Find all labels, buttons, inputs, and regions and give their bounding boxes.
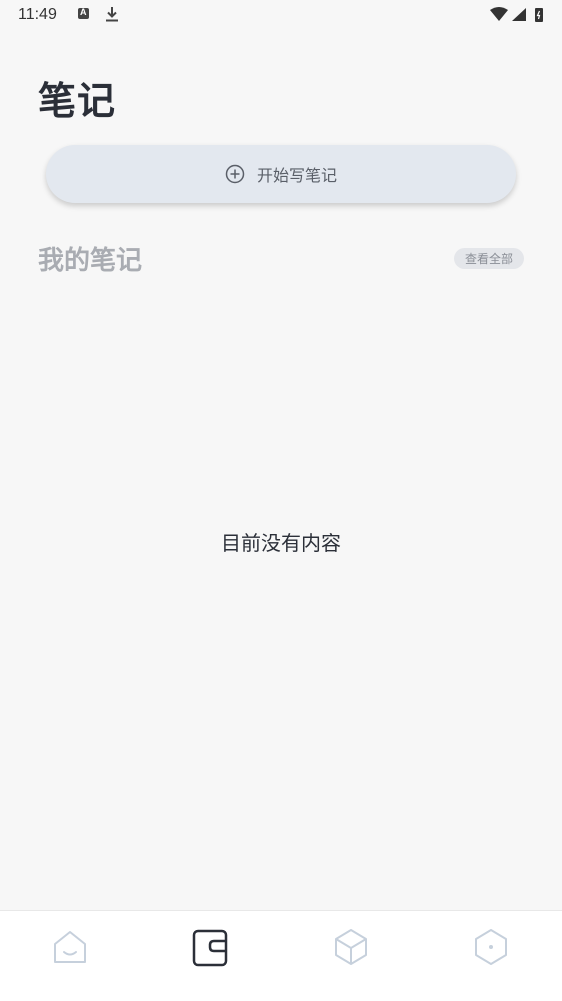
start-note-label: 开始写笔记 [256, 166, 337, 185]
notification-a-icon [78, 7, 89, 19]
download-icon [106, 7, 118, 22]
view-all-button[interactable]: 查看全部 [454, 248, 524, 269]
plus-circle-icon [225, 164, 245, 184]
signal-icon [512, 8, 526, 21]
profile-icon [475, 929, 507, 965]
nav-notes[interactable] [190, 927, 230, 967]
status-bar: 11:49 [0, 0, 562, 32]
status-time: 11:49 [18, 6, 57, 23]
status-indicators [490, 7, 543, 22]
bottom-nav [0, 910, 562, 1001]
page-title: 笔记 [38, 79, 117, 123]
nav-home[interactable] [50, 927, 90, 967]
nav-box[interactable] [331, 927, 371, 967]
box-icon [335, 929, 367, 965]
empty-state-text: 目前没有内容 [221, 531, 341, 555]
nav-profile[interactable] [471, 927, 511, 967]
wifi-icon [490, 7, 508, 21]
my-notes-title: 我的笔记 [38, 246, 143, 276]
start-note-button[interactable]: 开始写笔记 [46, 145, 516, 203]
home-icon [54, 931, 86, 963]
notes-icon [192, 929, 228, 967]
